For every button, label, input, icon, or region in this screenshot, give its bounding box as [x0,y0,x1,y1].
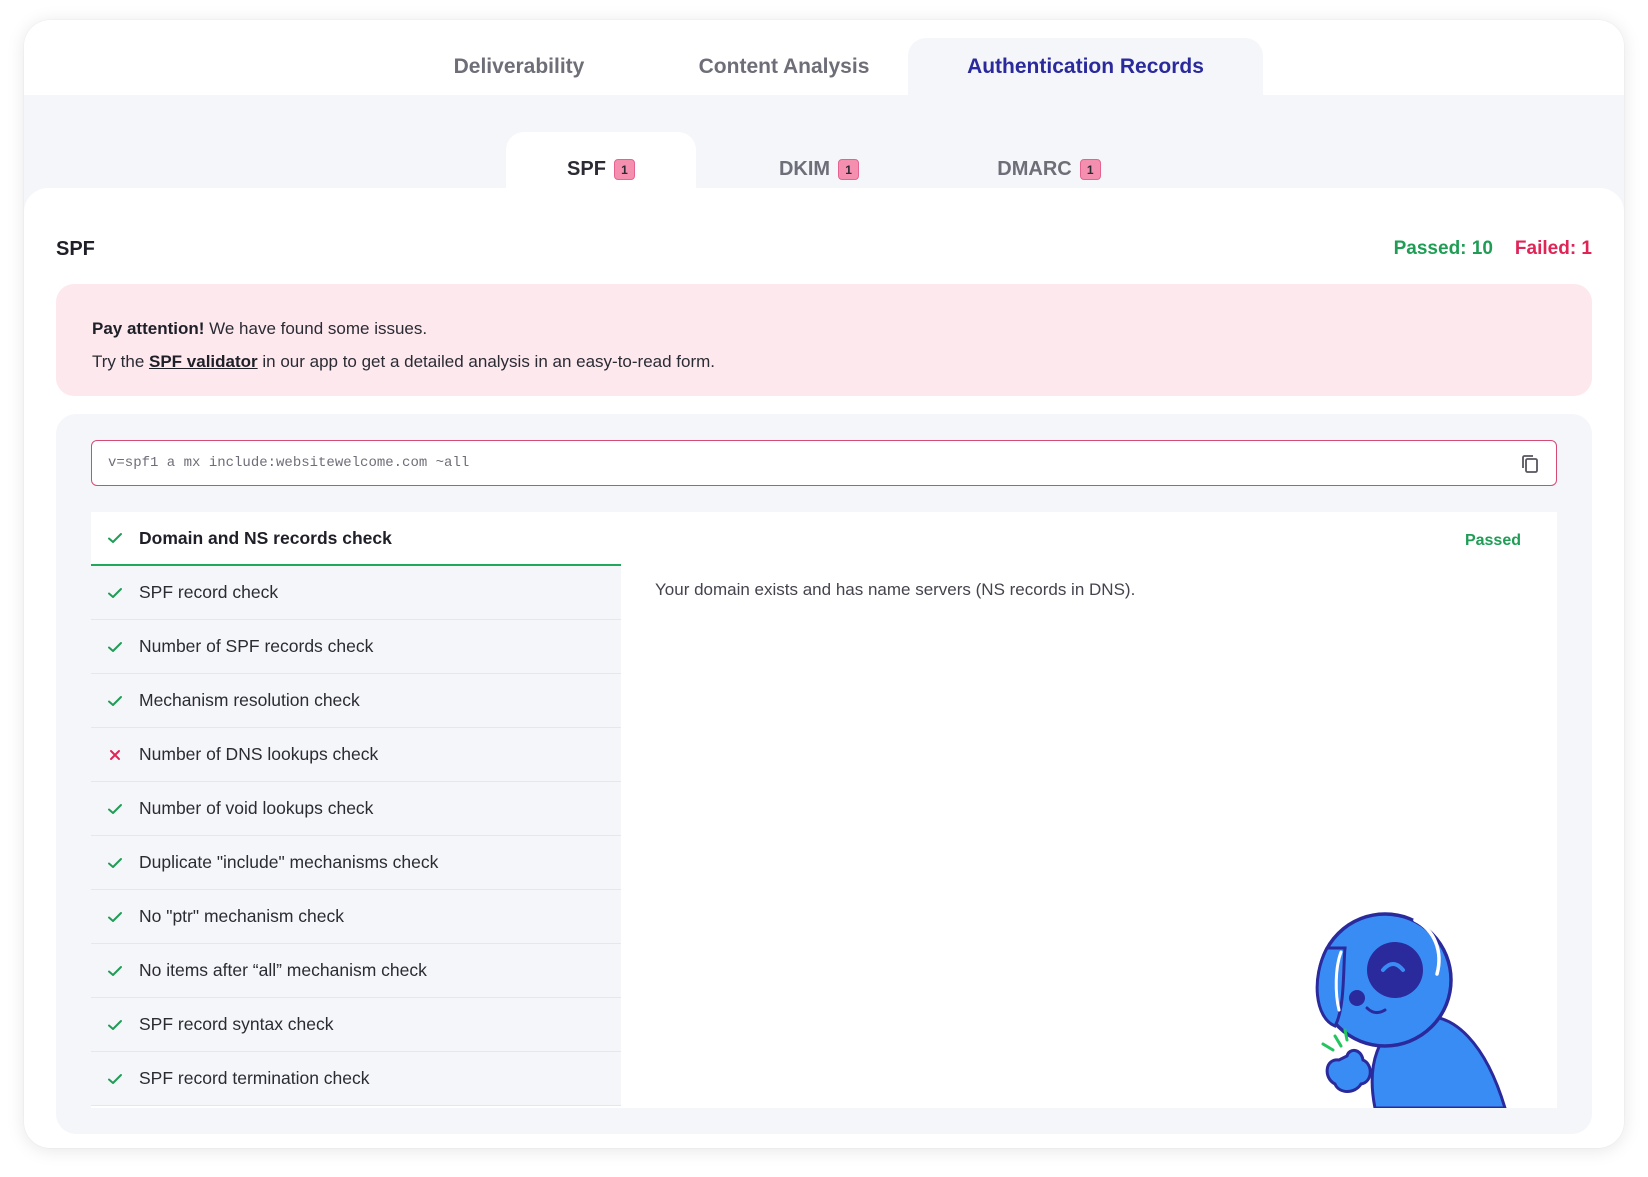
spf-validator-link[interactable]: SPF validator [149,352,258,371]
check-row-no-ptr[interactable]: No "ptr" mechanism check [91,890,621,944]
tab-authentication-records[interactable]: Authentication Records [908,38,1263,95]
check-icon [91,964,139,978]
check-icon [91,531,139,545]
check-label: Domain and NS records check [139,527,392,548]
mascot-illustration [1315,912,1507,1108]
alert-line-1: Pay attention! We have found some issues… [92,312,1556,345]
subtab-dmarc-badge: 1 [1079,159,1101,180]
detail-status: Passed [1464,532,1521,549]
alert-bold: Pay attention! [92,319,205,338]
check-list: Domain and NS records check SPF record ch… [91,512,621,1106]
cross-icon [91,748,139,762]
tab-content-analysis[interactable]: Content Analysis [649,38,919,95]
check-label: Mechanism resolution check [139,690,360,710]
alert-prefix: Try the [92,352,149,371]
check-label: Number of void lookups check [139,798,374,818]
check-label: SPF record check [139,582,279,602]
failed-count: Failed: 1 [1514,238,1592,259]
alert-suffix: in our app to get a detailed analysis in… [257,352,716,371]
checks-area: Domain and NS records check SPF record ch… [91,512,1557,1108]
check-row-spf-count[interactable]: Number of SPF records check [91,620,621,674]
panel-title: SPF [56,238,95,260]
check-icon [91,640,139,654]
check-row-duplicate-include[interactable]: Duplicate "include" mechanisms check [91,836,621,890]
spf-record-field[interactable]: v=spf1 a mx include:websitewelcome.com ~… [91,440,1557,486]
check-icon [91,1018,139,1032]
check-label: Number of DNS lookups check [139,744,379,764]
check-label: No items after “all” mechanism check [139,960,427,980]
check-label: Duplicate "include" mechanisms check [139,852,439,872]
check-row-domain-ns[interactable]: Domain and NS records check [91,512,621,566]
subtab-spf-badge: 1 [613,159,635,180]
check-icon [91,802,139,816]
alert-line-2: Try the SPF validator in our app to get … [92,345,1556,378]
main-tab-bar: Deliverability Content Analysis Authenti… [24,20,1624,95]
subtab-spf-label: SPF [567,158,606,180]
check-icon [91,1072,139,1086]
check-icon [91,910,139,924]
check-icon [91,586,139,600]
check-icon [91,856,139,870]
check-details: Passed Your domain exists and has name s… [621,512,1557,1108]
copy-icon[interactable] [1520,453,1540,475]
check-row-termination[interactable]: SPF record termination check [91,1052,621,1106]
record-checks-container: v=spf1 a mx include:websitewelcome.com ~… [56,414,1592,1134]
result-counts: Passed: 10 Failed: 1 [1394,238,1592,260]
check-icon [91,694,139,708]
check-label: SPF record syntax check [139,1014,334,1034]
check-label: Number of SPF records check [139,636,374,656]
spf-panel: SPF Passed: 10 Failed: 1 Pay attention! … [24,188,1624,1148]
attention-alert: Pay attention! We have found some issues… [56,284,1592,396]
passed-count: Passed: 10 [1393,238,1493,259]
check-row-dns-lookups[interactable]: Number of DNS lookups check [91,728,621,782]
spf-record-value: v=spf1 a mx include:websitewelcome.com ~… [108,455,470,471]
tab-deliverability[interactable]: Deliverability [384,38,654,95]
check-row-spf-record[interactable]: SPF record check [91,566,621,620]
check-label: No "ptr" mechanism check [139,906,344,926]
check-row-no-items-after-all[interactable]: No items after “all” mechanism check [91,944,621,998]
spf-report-card: Deliverability Content Analysis Authenti… [24,20,1624,1148]
alert-message: We have found some issues. [204,319,428,338]
check-label: SPF record termination check [139,1068,370,1088]
detail-text: Your domain exists and has name servers … [655,580,1136,599]
check-row-mechanism-resolution[interactable]: Mechanism resolution check [91,674,621,728]
subtab-dkim-badge: 1 [838,159,860,180]
check-row-void-lookups[interactable]: Number of void lookups check [91,782,621,836]
check-row-syntax[interactable]: SPF record syntax check [91,998,621,1052]
subtab-dkim-label: DKIM [778,158,831,180]
subtab-dmarc-label: DMARC [997,158,1072,180]
